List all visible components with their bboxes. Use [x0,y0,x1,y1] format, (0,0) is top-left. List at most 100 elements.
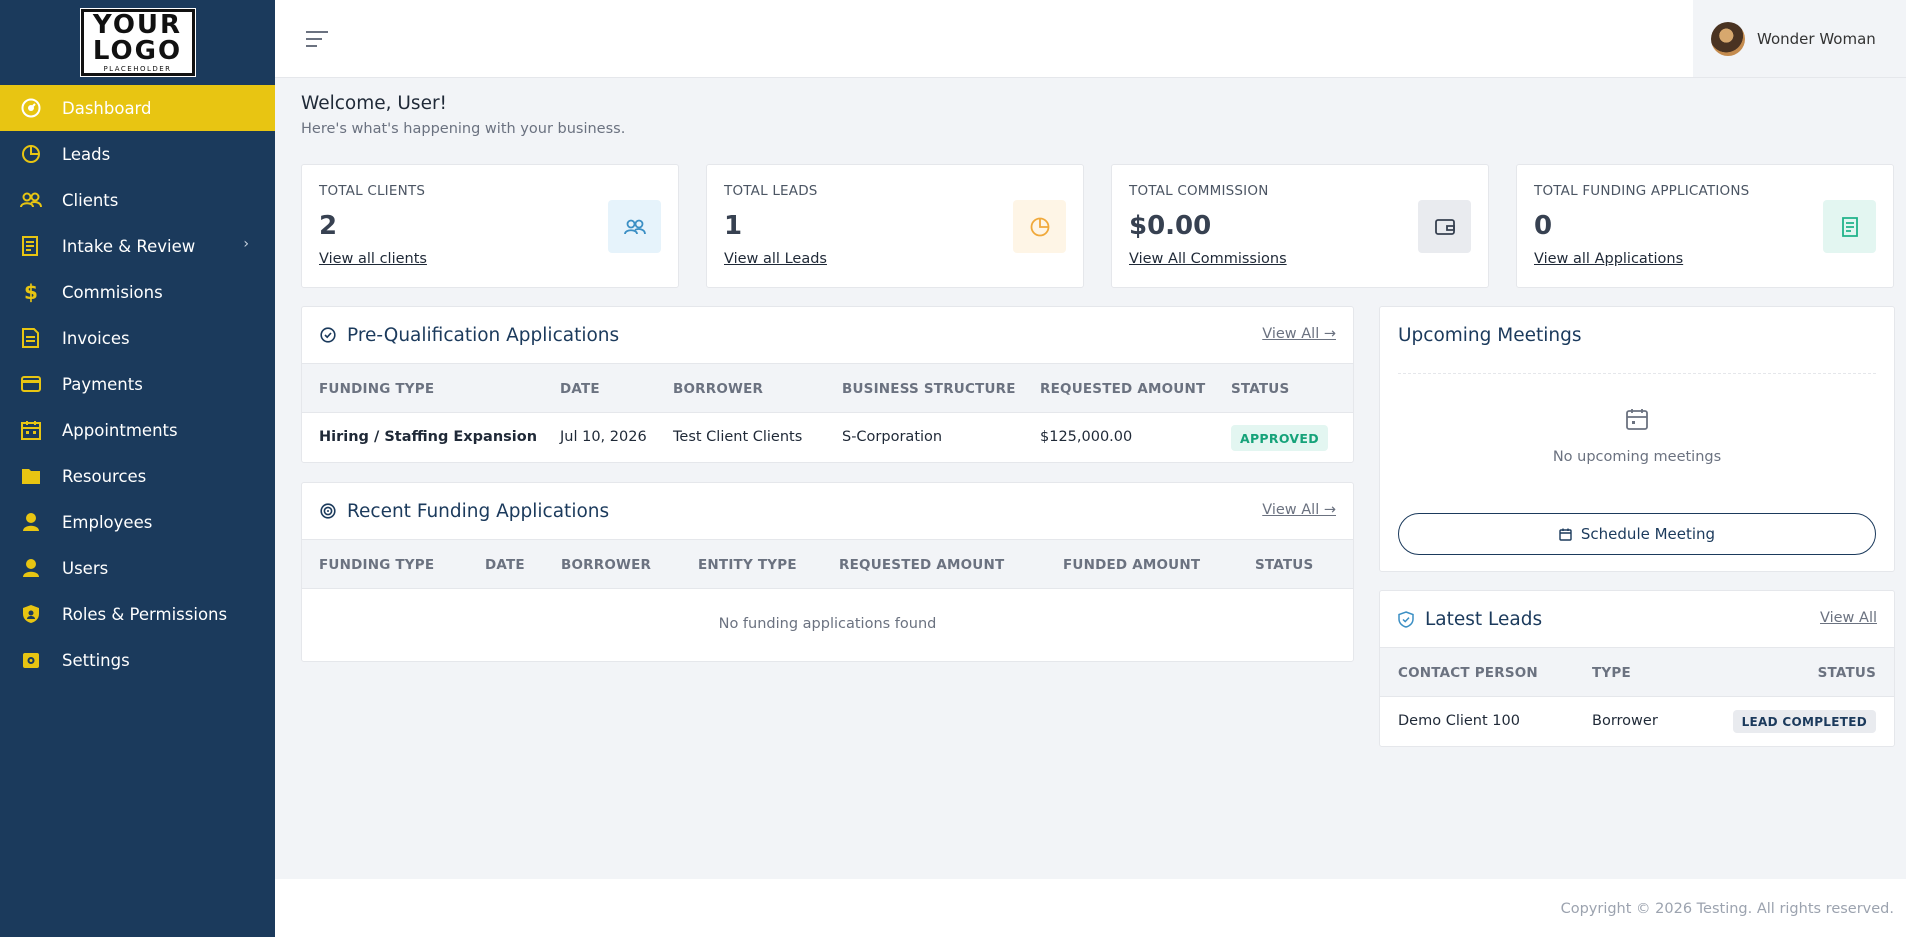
stat-value: $0.00 [1129,211,1212,241]
funding-type-cell: Hiring / Staffing Expansion [319,429,538,445]
divider [1398,373,1876,374]
stat-card-total-clients: TOTAL CLIENTS 2 View all clients [301,164,679,288]
sidebar-item-intake-review[interactable]: Intake & Review › [0,223,275,269]
footer: Copyright © 2026 Testing. All rights res… [275,879,1906,937]
stat-value: 1 [724,211,743,241]
sidebar-item-settings[interactable]: Settings [0,637,275,683]
schedule-meeting-button[interactable]: Schedule Meeting [1398,513,1876,555]
target-icon [320,503,337,520]
page-title: Welcome, User! [301,93,447,114]
sidebar-item-dashboard[interactable]: Dashboard [0,85,275,131]
shield-icon [20,603,42,625]
sidebar-item-users[interactable]: Users [0,545,275,591]
column-header: DATE [560,381,600,397]
copyright-text: Copyright © 2026 Testing. All rights res… [1560,901,1894,917]
user-icon [20,511,42,533]
stat-label: TOTAL CLIENTS [319,183,426,199]
view-all-link[interactable]: View All [1820,610,1877,626]
type-cell: Borrower [1592,713,1658,729]
view-all-leads-link[interactable]: View all Leads [724,251,827,267]
gear-icon [20,649,42,671]
table-header: FUNDING TYPE DATE BORROWER BUSINESS STRU… [302,363,1353,413]
users-icon [608,200,661,253]
sidebar-item-payments[interactable]: Payments [0,361,275,407]
sidebar-item-employees[interactable]: Employees [0,499,275,545]
top-bar: Wonder Woman [275,0,1906,78]
wallet-icon [1418,200,1471,253]
table-row[interactable]: Demo Client 100 Borrower LEAD COMPLETED [1380,697,1894,746]
column-header: BORROWER [561,557,652,573]
sidebar-item-clients[interactable]: Clients [0,177,275,223]
stat-value: 0 [1534,211,1553,241]
sidebar-item-appointments[interactable]: Appointments [0,407,275,453]
column-header: DATE [485,557,525,573]
credit-card-icon [20,373,42,395]
sidebar-item-label: Resources [62,466,147,486]
column-header: BORROWER [673,381,764,397]
view-all-applications-link[interactable]: View all Applications [1534,251,1683,267]
table-row[interactable]: Hiring / Staffing Expansion Jul 10, 2026… [302,413,1353,462]
logo[interactable]: YOUR LOGO PLACEHOLDER [79,8,196,77]
calendar-icon [1625,407,1649,435]
panel-header: Pre-Qualification Applications View All … [302,307,1353,363]
users-icon [20,189,42,211]
menu-toggle-icon[interactable] [306,30,328,48]
pie-chart-icon [1013,200,1066,253]
contact-person-cell: Demo Client 100 [1398,713,1520,729]
user-menu[interactable]: Wonder Woman [1693,0,1906,77]
view-all-link[interactable]: View All → [1262,326,1336,342]
sidebar-item-resources[interactable]: Resources [0,453,275,499]
dashboard-icon [20,97,42,119]
view-all-link[interactable]: View All → [1262,502,1336,518]
logo-area: YOUR LOGO PLACEHOLDER [0,0,275,85]
stat-card-total-funding-applications: TOTAL FUNDING APPLICATIONS 0 View all Ap… [1516,164,1894,288]
calendar-icon [20,419,42,441]
requested-amount-cell: $125,000.00 [1040,429,1133,445]
latest-leads-panel: Latest Leads View All CONTACT PERSON TYP… [1379,590,1895,747]
panel-header: Latest Leads View All [1380,591,1894,647]
sidebar-item-leads[interactable]: Leads [0,131,275,177]
stat-card-total-commission: TOTAL COMMISSION $0.00 View All Commissi… [1111,164,1489,288]
user-name: Wonder Woman [1757,29,1876,48]
sidebar-item-label: Invoices [62,328,130,348]
status-badge: APPROVED [1231,425,1328,451]
sidebar-item-roles-permissions[interactable]: Roles & Permissions [0,591,275,637]
empty-state-message: No funding applications found [718,616,937,632]
avatar [1711,21,1745,56]
sidebar-item-commissions[interactable]: $ Commisions [0,269,275,315]
borrower-cell: Test Client Clients [673,429,803,445]
table-header: CONTACT PERSON TYPE STATUS [1380,647,1894,697]
column-header: TYPE [1592,665,1631,681]
sidebar-item-invoices[interactable]: Invoices [0,315,275,361]
upcoming-meetings-panel: Upcoming Meetings No upcoming meetings S… [1379,306,1895,572]
date-cell: Jul 10, 2026 [560,429,647,445]
shield-check-icon [1398,610,1415,628]
invoice-icon [20,327,42,349]
sidebar-item-label: Users [62,558,109,578]
sidebar-item-label: Commisions [62,282,163,302]
sidebar-item-label: Settings [62,650,130,670]
sidebar-item-label: Clients [62,190,119,210]
column-header: STATUS [1255,557,1314,573]
sidebar-item-label: Dashboard [62,98,152,118]
column-header: REQUESTED AMOUNT [1040,381,1206,397]
dollar-icon: $ [24,280,38,304]
empty-state-message: No upcoming meetings [1552,449,1722,465]
logo-line-2: LOGO [92,36,183,66]
check-circle-icon [320,327,337,344]
logo-line-1: YOUR [92,10,183,40]
clipboard-icon [20,235,42,257]
column-header: FUNDING TYPE [319,557,435,573]
view-all-commissions-link[interactable]: View All Commissions [1129,251,1287,267]
sidebar: YOUR LOGO PLACEHOLDER Dashboard Leads Cl… [0,0,275,937]
stat-value: 2 [319,211,338,241]
stat-card-total-leads: TOTAL LEADS 1 View all Leads [706,164,1084,288]
column-header: STATUS [1817,665,1876,681]
column-header: FUNDING TYPE [319,381,435,397]
view-all-clients-link[interactable]: View all clients [319,251,427,267]
panel-header: Recent Funding Applications View All → [302,483,1353,539]
pie-chart-icon [20,143,42,165]
sidebar-item-label: Intake & Review [62,236,196,256]
sidebar-item-label: Payments [62,374,143,394]
business-structure-cell: S-Corporation [842,429,943,445]
